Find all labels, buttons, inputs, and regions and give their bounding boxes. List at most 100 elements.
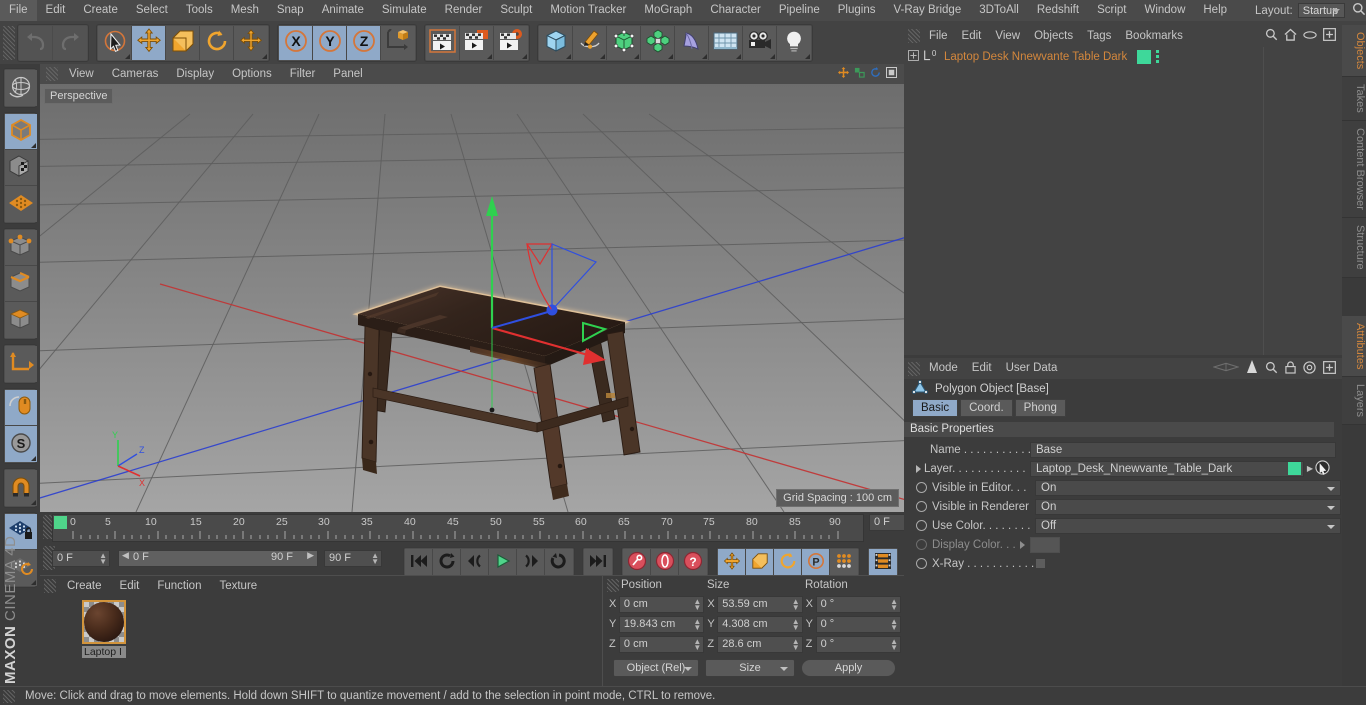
material-swatch[interactable]	[82, 600, 126, 644]
viewport-scale-icon[interactable]	[854, 67, 865, 81]
plus-box-icon[interactable]	[1323, 360, 1336, 377]
key-rotation-button[interactable]	[774, 549, 802, 575]
current-frame-field[interactable]: 0 F ▲ ▼	[52, 550, 110, 567]
add-array-button[interactable]	[641, 25, 675, 60]
menu-item-create[interactable]: Create	[74, 0, 127, 21]
object-tree[interactable]: 0 Laptop Desk Nnewvante Table Dark	[904, 47, 1342, 355]
eye-icon[interactable]	[1303, 30, 1317, 43]
timeline-range-slider[interactable]: ◀ 0 F 90 F ▶	[118, 550, 318, 567]
workplane-mode-button[interactable]	[5, 186, 37, 222]
vtab-content-browser[interactable]: Content Browser	[1342, 121, 1366, 218]
home-icon[interactable]	[1284, 28, 1297, 44]
keyframe-selection-button[interactable]: ?	[679, 549, 707, 575]
menu-item-animate[interactable]: Animate	[313, 0, 373, 21]
add-cube-button[interactable]	[539, 25, 573, 60]
use-color-dropdown[interactable]: Off	[1035, 517, 1341, 534]
object-menu-view[interactable]: View	[988, 25, 1027, 47]
attribute-menu-edit[interactable]: Edit	[965, 358, 999, 379]
3d-viewport[interactable]: Y Z X Perspective Grid Spacing : 100 cm	[40, 84, 904, 512]
menu-item-sculpt[interactable]: Sculpt	[491, 0, 541, 21]
visible-renderer-dropdown[interactable]: On	[1035, 498, 1341, 515]
record-active-objects-button[interactable]	[623, 549, 651, 575]
stepper-icon[interactable]: ▲▼	[792, 597, 800, 611]
viewport-menu-view[interactable]: View	[60, 64, 103, 84]
xray-checkbox[interactable]	[1035, 558, 1046, 569]
timeline-ruler[interactable]: 0 5 10 15 20 25 30 35 40 45 50 55 60 65 …	[52, 514, 864, 542]
enable-snap-button[interactable]: S	[5, 426, 37, 462]
viewport-maximize-icon[interactable]	[885, 66, 898, 81]
object-tag-dots-icon[interactable]	[1156, 50, 1160, 63]
viewport-solo-button[interactable]	[5, 390, 37, 426]
add-camera-button[interactable]	[743, 25, 777, 60]
menu-item-mograph[interactable]: MoGraph	[635, 0, 701, 21]
menu-item-window[interactable]: Window	[1135, 0, 1194, 21]
viewport-menu-display[interactable]: Display	[167, 64, 223, 84]
model-mode-button[interactable]	[5, 114, 37, 150]
search-icon[interactable]	[1265, 361, 1278, 377]
menu-item-script[interactable]: Script	[1088, 0, 1135, 21]
tab-coord[interactable]: Coord.	[960, 399, 1013, 417]
play-button[interactable]	[489, 549, 517, 575]
key-position-button[interactable]	[718, 549, 746, 575]
menu-item-mesh[interactable]: Mesh	[222, 0, 268, 21]
end-frame-field[interactable]: 90 F ▲ ▼	[324, 550, 382, 567]
viewport-move-icon[interactable]	[838, 67, 849, 81]
rotation-z-field[interactable]: 0 ° ▲ ▼	[815, 635, 901, 653]
visible-editor-radio-icon[interactable]	[916, 482, 927, 493]
name-field[interactable]: Base	[1030, 441, 1336, 458]
render-picture-viewer-button[interactable]	[460, 25, 494, 60]
add-bend-deformer-button[interactable]	[675, 25, 709, 60]
vtab-takes[interactable]: Takes	[1342, 77, 1366, 122]
toolbar-grip[interactable]	[3, 25, 15, 60]
object-menu-objects[interactable]: Objects	[1027, 25, 1080, 47]
stepper-icon[interactable]: ▲▼	[792, 637, 800, 651]
menu-item-edit[interactable]: Edit	[37, 0, 75, 21]
make-editable-button[interactable]	[5, 70, 37, 106]
object-menu-tags[interactable]: Tags	[1080, 25, 1118, 47]
layer-picker-icon[interactable]	[1315, 459, 1330, 478]
add-light-button[interactable]	[777, 25, 811, 60]
stepper-icon[interactable]: ▲▼	[890, 597, 898, 611]
autokeying-button[interactable]	[651, 549, 679, 575]
add-nurbs-button[interactable]	[607, 25, 641, 60]
vtab-structure[interactable]: Structure	[1342, 217, 1366, 278]
layer-expand-icon[interactable]	[916, 464, 921, 473]
lock-x-axis-button[interactable]: X	[279, 25, 313, 60]
range-right-arrow-icon[interactable]: ▶	[307, 550, 314, 561]
scale-tool-button[interactable]	[166, 25, 200, 60]
expand-toggle-icon[interactable]	[908, 49, 919, 64]
add-floor-button[interactable]	[709, 25, 743, 60]
coordinate-mode-dropdown[interactable]: Object (Rel)	[613, 659, 699, 677]
rotation-y-field[interactable]: 0 ° ▲ ▼	[815, 615, 901, 633]
go-to-start-button[interactable]	[405, 549, 433, 575]
stepper-icon[interactable]: ▲▼	[792, 617, 800, 631]
object-menu-bookmarks[interactable]: Bookmarks	[1118, 25, 1190, 47]
viewport-rotate-icon[interactable]	[870, 67, 881, 81]
lock-icon[interactable]	[1285, 360, 1296, 377]
menu-item-help[interactable]: Help	[1194, 0, 1236, 21]
attribute-menu-mode[interactable]: Mode	[922, 358, 965, 379]
play-mode-loop-button[interactable]	[545, 549, 573, 575]
play-backwards-button[interactable]	[433, 549, 461, 575]
cursor-arrow-icon[interactable]	[1246, 360, 1258, 377]
size-z-field[interactable]: 28.6 cm ▲ ▼	[717, 635, 803, 653]
menu-item-character[interactable]: Character	[701, 0, 770, 21]
tab-basic[interactable]: Basic	[912, 399, 959, 417]
object-row-laptop-desk[interactable]: 0 Laptop Desk Nnewvante Table Dark	[904, 47, 1342, 66]
key-parameter-button[interactable]: P	[802, 549, 830, 575]
stepper-icon[interactable]: ▲▼	[890, 617, 898, 631]
visible-editor-dropdown[interactable]: On	[1035, 479, 1341, 496]
layer-field[interactable]: Laptop_Desk_Nnewvante_Table_Dark	[1030, 460, 1304, 477]
polygons-mode-button[interactable]	[5, 302, 37, 338]
layer-color-chip[interactable]	[1288, 462, 1301, 475]
viewport-menu-filter[interactable]: Filter	[281, 64, 325, 84]
go-to-end-button[interactable]	[584, 549, 612, 575]
texture-mode-button[interactable]	[5, 150, 37, 186]
size-x-field[interactable]: 53.59 cm ▲ ▼	[717, 595, 803, 613]
add-spline-button[interactable]	[573, 25, 607, 60]
stepper-icon[interactable]: ▲▼	[693, 617, 701, 631]
coordinates-grip[interactable]	[607, 578, 619, 592]
target-icon[interactable]	[1303, 360, 1316, 377]
viewport-menu-panel[interactable]: Panel	[324, 64, 371, 84]
key-pla-button[interactable]	[830, 549, 858, 575]
